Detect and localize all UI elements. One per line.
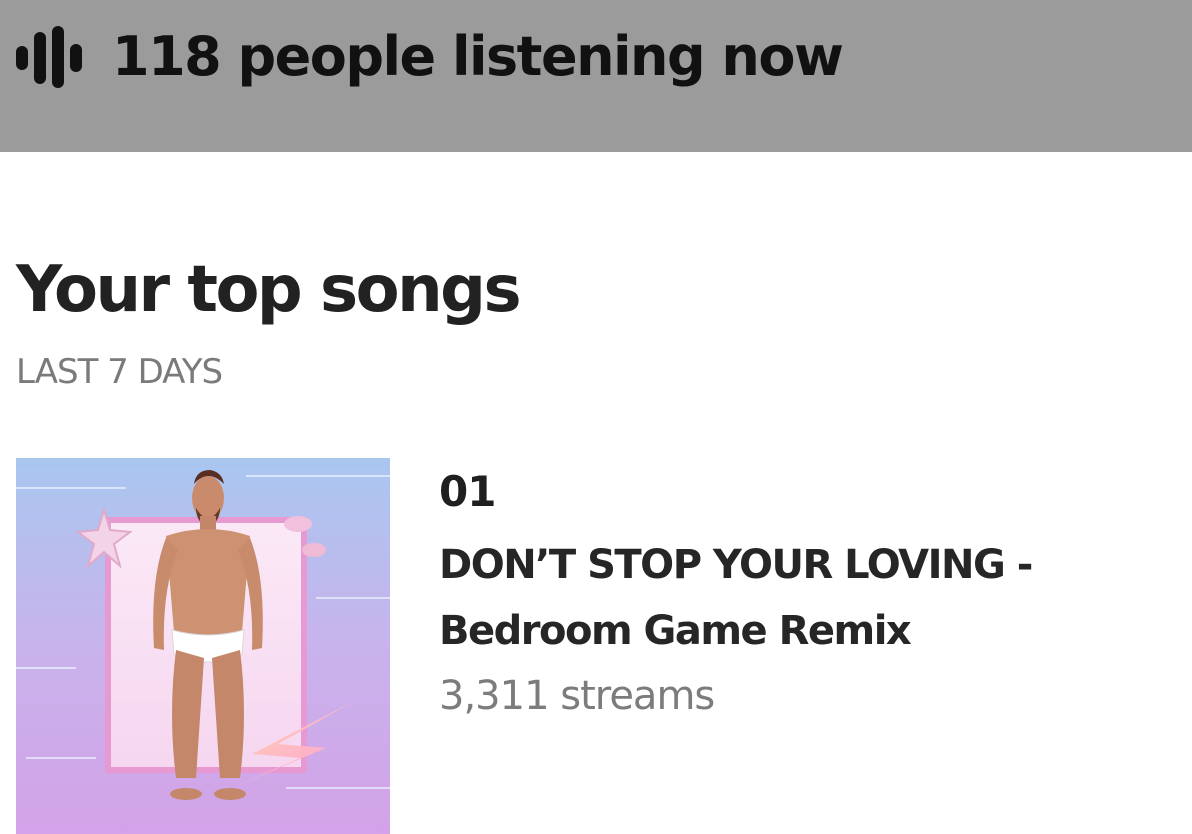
- live-listeners-banner: 118 people listening now: [0, 0, 1192, 152]
- song-title[interactable]: DON’T STOP YOUR LOVING - Bedroom Game Re…: [439, 532, 1119, 664]
- stream-count: 3,311 streams: [439, 673, 715, 719]
- album-cover-image[interactable]: [16, 458, 390, 834]
- song-info: 01 DON’T STOP YOUR LOVING - Bedroom Game…: [439, 466, 1169, 724]
- song-row[interactable]: 01 DON’T STOP YOUR LOVING - Bedroom Game…: [16, 458, 1176, 834]
- audio-bars-icon: [16, 26, 82, 88]
- album-cover-art-graphic: [16, 458, 390, 834]
- period-label: LAST 7 DAYS: [16, 352, 223, 392]
- song-rank: 01: [439, 467, 496, 516]
- section-title: Your top songs: [16, 253, 522, 327]
- listening-count-text: 118 people listening now: [112, 25, 844, 88]
